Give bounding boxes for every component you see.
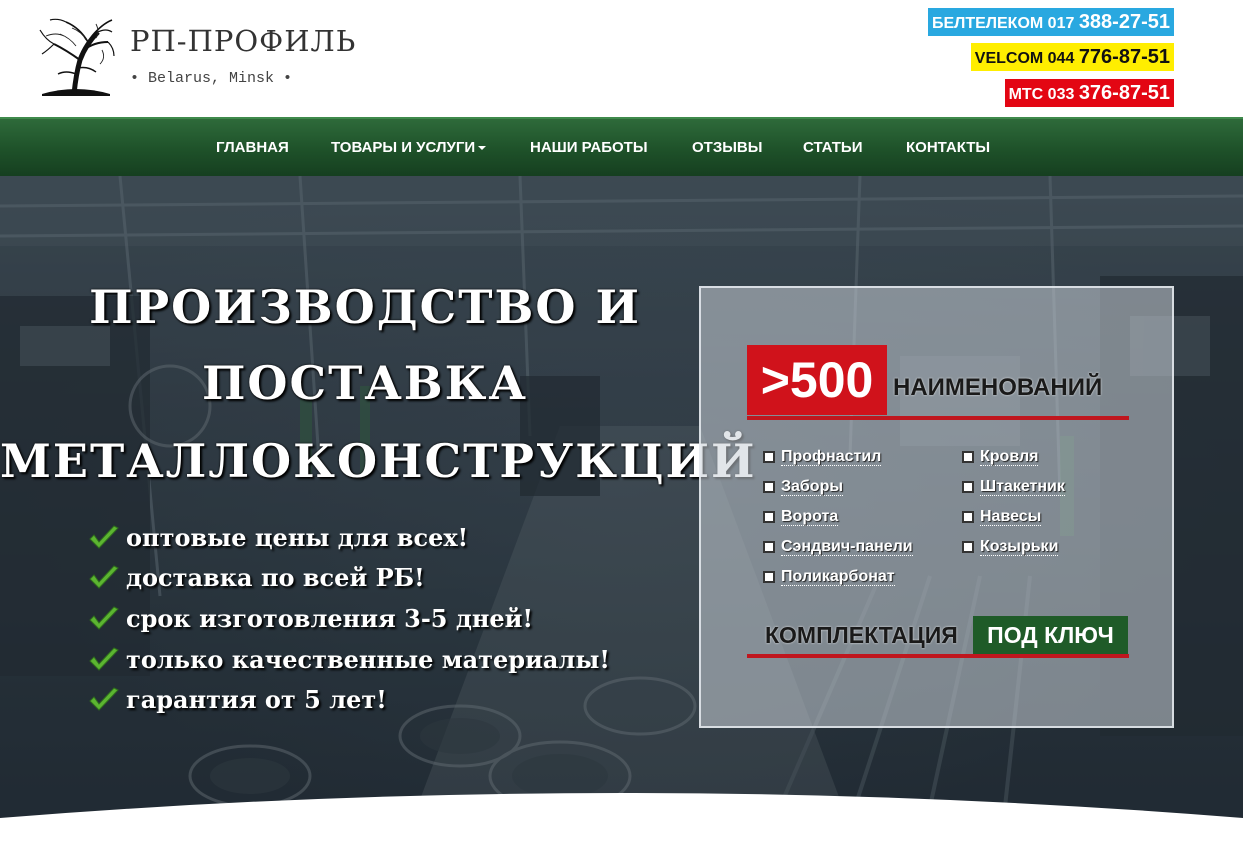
feature-text: доставка по всей РБ! xyxy=(126,563,425,592)
phone-number: 388-27-51 xyxy=(1078,11,1170,33)
product-label: Поликарбонат xyxy=(781,568,895,586)
chevron-down-icon xyxy=(478,146,487,151)
checkbox-icon xyxy=(763,451,775,463)
phone-mts[interactable]: МТС 033 376-87-51 xyxy=(1004,79,1174,107)
hero-headline-line1: ПРОИЗВОДСТВО И xyxy=(89,280,641,334)
checkmark-icon xyxy=(89,647,119,671)
checkbox-icon xyxy=(962,511,974,523)
phone-velcom[interactable]: VELCOM 044 776-87-51 xyxy=(970,43,1174,71)
feature-item: оптовые цены для всех! xyxy=(88,520,468,556)
nav-item-label: ТОВАРЫ И УСЛУГИ xyxy=(331,139,476,156)
hero-bottom-curve xyxy=(0,793,1243,853)
product-label: Ворота xyxy=(781,508,839,526)
product-link-navesy[interactable]: Навесы xyxy=(962,506,1042,528)
product-label: Козырьки xyxy=(980,538,1059,556)
tree-logo-icon[interactable] xyxy=(36,14,116,96)
logo-subtitle: • Belarus, Minsk • xyxy=(130,70,293,87)
divider xyxy=(747,416,1129,420)
checkmark-icon xyxy=(89,565,119,589)
checkbox-icon xyxy=(763,511,775,523)
main-nav: ГЛАВНАЯ ТОВАРЫ И УСЛУГИ НАШИ РАБОТЫ ОТЗЫ… xyxy=(0,117,1243,176)
nav-item-reviews[interactable]: ОТЗЫВЫ xyxy=(692,119,762,176)
logo-name[interactable]: РП-ПРОФИЛЬ xyxy=(130,24,356,58)
komplektaciya-label: КОМПЛЕКТАЦИЯ xyxy=(765,622,958,648)
phone-beltelecom[interactable]: БЕЛТЕЛЕКОМ 017 388-27-51 xyxy=(927,8,1174,36)
checkbox-icon xyxy=(962,451,974,463)
hero-section: ПРОИЗВОДСТВО И ПОСТАВКА МЕТАЛЛОКОНСТРУКЦ… xyxy=(0,176,1243,853)
checkbox-icon xyxy=(962,481,974,493)
phone-number: 776-87-51 xyxy=(1078,46,1170,68)
product-link-sandwich[interactable]: Сэндвич-панели xyxy=(763,536,913,558)
phone-operator: VELCOM 044 xyxy=(974,50,1075,67)
nav-item-contacts[interactable]: КОНТАКТЫ xyxy=(906,119,990,176)
products-panel: >500 НАИМЕНОВАНИЙ Профнастил Заборы Воро… xyxy=(699,286,1174,728)
hero-headline-line2: ПОСТАВКА xyxy=(201,356,528,410)
feature-text: гарантия от 5 лет! xyxy=(126,685,387,714)
phone-operator: БЕЛТЕЛЕКОМ 017 xyxy=(931,15,1075,32)
hero-headline-line3: МЕТАЛЛОКОНСТРУКЦИЙ xyxy=(0,434,757,488)
turnkey-badge: ПОД КЛЮЧ xyxy=(973,616,1128,654)
feature-text: только качественные материалы! xyxy=(126,645,610,674)
feature-item: гарантия от 5 лет! xyxy=(88,682,387,718)
product-count-label: НАИМЕНОВАНИЙ xyxy=(893,374,1103,401)
product-link-polikarbonat[interactable]: Поликарбонат xyxy=(763,566,895,588)
product-link-vorota[interactable]: Ворота xyxy=(763,506,839,528)
product-label: Навесы xyxy=(980,508,1042,526)
feature-text: оптовые цены для всех! xyxy=(126,523,469,552)
checkbox-icon xyxy=(763,481,775,493)
product-link-shtaketnik[interactable]: Штакетник xyxy=(962,476,1065,498)
phone-number: 376-87-51 xyxy=(1078,82,1170,104)
nav-item-articles[interactable]: СТАТЬИ xyxy=(803,119,863,176)
product-label: Штакетник xyxy=(980,478,1065,496)
feature-item: доставка по всей РБ! xyxy=(88,560,425,596)
feature-item: срок изготовления 3-5 дней! xyxy=(88,601,533,637)
feature-text: срок изготовления 3-5 дней! xyxy=(126,604,534,633)
feature-item: только качественные материалы! xyxy=(88,642,610,678)
phone-operator: МТС 033 xyxy=(1008,86,1075,103)
product-link-kozyrki[interactable]: Козырьки xyxy=(962,536,1059,558)
product-label: Заборы xyxy=(781,478,844,496)
checkbox-icon xyxy=(962,541,974,553)
nav-item-works[interactable]: НАШИ РАБОТЫ xyxy=(530,119,648,176)
product-label: Кровля xyxy=(980,448,1039,466)
checkbox-icon xyxy=(763,541,775,553)
nav-item-home[interactable]: ГЛАВНАЯ xyxy=(216,119,289,176)
product-link-profnastil[interactable]: Профнастил xyxy=(763,446,882,468)
nav-item-products[interactable]: ТОВАРЫ И УСЛУГИ xyxy=(331,119,487,176)
checkmark-icon xyxy=(89,687,119,711)
site-header: РП-ПРОФИЛЬ • Belarus, Minsk • БЕЛТЕЛЕКОМ… xyxy=(0,0,1243,117)
divider xyxy=(747,654,1129,658)
product-label: Профнастил xyxy=(781,448,882,466)
checkmark-icon xyxy=(89,606,119,630)
product-link-krovlya[interactable]: Кровля xyxy=(962,446,1039,468)
checkmark-icon xyxy=(89,525,119,549)
product-label: Сэндвич-панели xyxy=(781,538,913,556)
product-link-zabory[interactable]: Заборы xyxy=(763,476,844,498)
checkbox-icon xyxy=(763,571,775,583)
product-count-badge: >500 xyxy=(747,345,887,415)
